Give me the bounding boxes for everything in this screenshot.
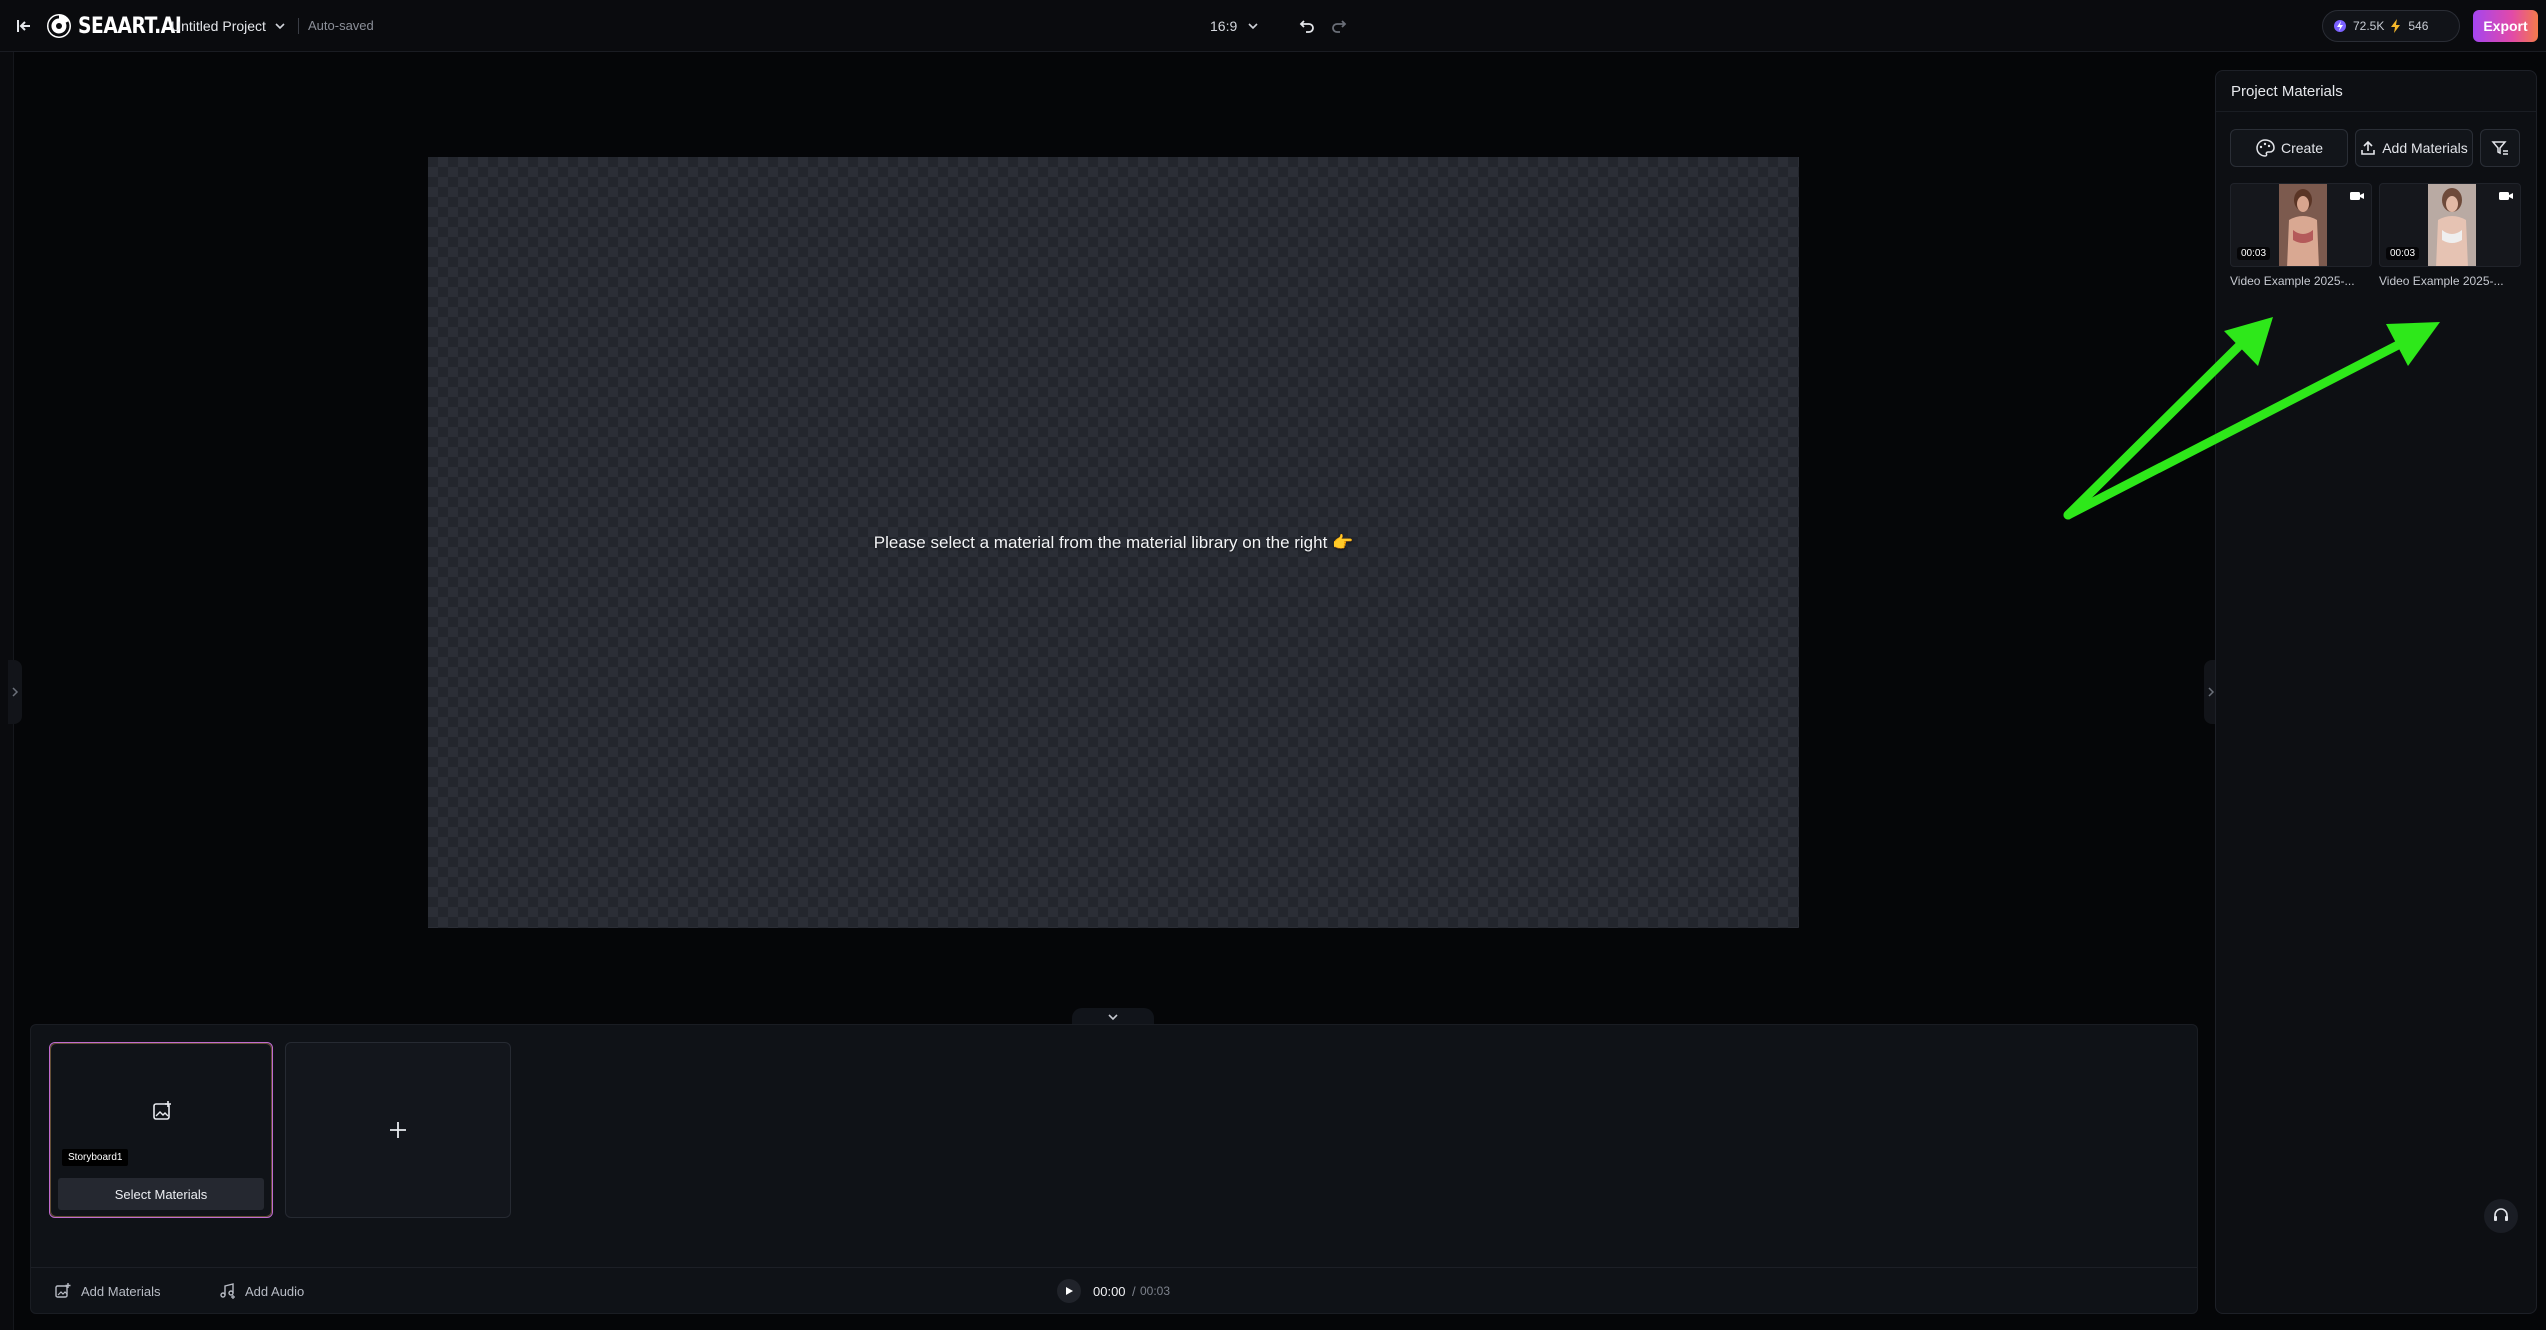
- create-button[interactable]: Create: [2230, 129, 2348, 167]
- timeline-divider: [31, 1267, 2197, 1268]
- filter-button[interactable]: [2480, 129, 2520, 167]
- top-bar: SEAART.AI Untitled Project Auto-saved 16…: [0, 0, 2546, 52]
- total-time: 00:03: [1140, 1284, 1171, 1298]
- storyboard-card[interactable]: Storyboard1 Select Materials: [49, 1042, 273, 1218]
- canvas-empty-message: Please select a material from the materi…: [873, 532, 1354, 552]
- music-note-icon: [220, 1283, 235, 1299]
- credits-a-value: 72.5K: [2353, 19, 2385, 33]
- play-icon[interactable]: [1057, 1279, 1081, 1303]
- video-camera-icon: [2350, 192, 2364, 200]
- autosave-status: Auto-saved: [308, 18, 374, 33]
- logo-text: SEAART.AI: [78, 13, 182, 39]
- expand-left-panel-icon[interactable]: [8, 660, 22, 724]
- video-camera-icon: [2499, 192, 2513, 200]
- credits-b-value: 546: [2408, 19, 2429, 33]
- add-image-icon: [153, 1101, 171, 1120]
- storyboard-label: Storyboard1: [62, 1149, 129, 1166]
- upload-icon: [2361, 140, 2376, 155]
- panel-title: Project Materials: [2231, 83, 2343, 100]
- export-button[interactable]: Export: [2473, 10, 2538, 42]
- aspect-ratio-select[interactable]: 16:9: [1210, 15, 1259, 37]
- add-audio-button[interactable]: Add Audio: [219, 1281, 304, 1301]
- chevron-down-icon: [275, 23, 285, 30]
- logo-mark-icon: [47, 14, 71, 38]
- material-name: Video Example 2025-...: [2379, 274, 2504, 288]
- filter-icon: [2491, 141, 2508, 155]
- material-name: Video Example 2025-...: [2230, 274, 2355, 288]
- material-duration: 00:03: [2386, 247, 2420, 260]
- redo-icon[interactable]: [1327, 14, 1351, 38]
- storyboard-timeline: Storyboard1 Select Materials Add Materia…: [30, 1024, 2198, 1314]
- add-materials-button[interactable]: Add Materials: [2355, 129, 2473, 167]
- video-thumbnail-image: [2279, 184, 2327, 266]
- panel-divider: [2216, 111, 2536, 112]
- headset-support-icon[interactable]: [2484, 1199, 2518, 1233]
- lightning-icon: [2391, 19, 2401, 33]
- add-materials-label: Add Materials: [2382, 140, 2468, 156]
- add-image-icon: [55, 1283, 71, 1298]
- project-title-dropdown[interactable]: Untitled Project: [171, 16, 286, 36]
- add-materials-track-label: Add Materials: [81, 1283, 161, 1299]
- add-audio-label: Add Audio: [245, 1283, 305, 1299]
- add-materials-track-button[interactable]: Add Materials: [55, 1281, 160, 1301]
- stamina-icon: [2334, 20, 2346, 32]
- project-materials-panel: Project Materials Create Add Materials 0…: [2215, 70, 2537, 1314]
- credits-display[interactable]: 72.5K 546: [2322, 10, 2460, 42]
- aspect-ratio-value: 16:9: [1210, 18, 1238, 34]
- add-storyboard-button[interactable]: [285, 1042, 511, 1218]
- plus-icon: [390, 1122, 406, 1138]
- material-thumbnail[interactable]: 00:03: [2379, 183, 2521, 267]
- palette-icon: [2256, 139, 2275, 157]
- video-thumbnail-image: [2428, 184, 2476, 266]
- undo-icon[interactable]: [1295, 14, 1319, 38]
- material-duration: 00:03: [2237, 247, 2271, 260]
- editor-root: SEAART.AI Untitled Project Auto-saved 16…: [0, 0, 2546, 1330]
- current-time: 00:00: [1093, 1284, 1126, 1299]
- time-separator: /: [1132, 1284, 1136, 1299]
- select-materials-button[interactable]: Select Materials: [58, 1178, 264, 1210]
- project-title: Untitled Project: [171, 18, 266, 34]
- chevron-down-icon: [1248, 23, 1258, 30]
- create-label: Create: [2280, 140, 2324, 156]
- exit-icon[interactable]: [12, 14, 36, 38]
- material-thumbnail[interactable]: 00:03: [2230, 183, 2372, 267]
- preview-canvas[interactable]: Please select a material from the materi…: [428, 157, 1799, 928]
- header-divider: [298, 18, 299, 34]
